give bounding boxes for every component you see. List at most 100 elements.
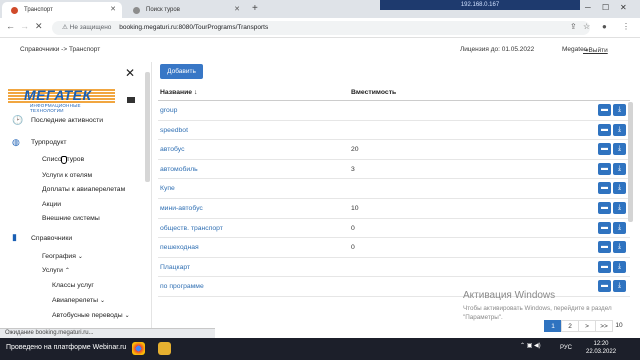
- url-field[interactable]: ⚠ Не защищено booking.megaturi.ru:8080/T…: [52, 21, 590, 35]
- row-actions: ▬ ⤓: [598, 143, 628, 156]
- download-icon[interactable]: ⤓: [613, 143, 626, 156]
- download-icon[interactable]: ⤓: [613, 182, 626, 195]
- address-bar: ← → ✕ ⚠ Не защищено booking.megaturi.ru:…: [0, 18, 640, 38]
- sidebar-item-tour-product[interactable]: Турпродукт: [31, 139, 67, 146]
- taskbar: Проведено на платформе Webinar.ru ⌃ ▣ ◀)…: [0, 338, 640, 360]
- capacity-value: 3: [351, 165, 355, 173]
- download-icon[interactable]: ⤓: [613, 123, 626, 136]
- sidebar-item-promotions[interactable]: Акции: [42, 201, 61, 208]
- sidebar-item-directories[interactable]: Справочники: [31, 235, 72, 242]
- bus-icon[interactable]: ▬: [598, 104, 611, 116]
- tab-title: Поиск туров: [146, 7, 180, 13]
- column-header-name[interactable]: Название ↓: [160, 89, 197, 96]
- transport-name-link[interactable]: Купе: [160, 185, 175, 192]
- sidebar-item-geography[interactable]: География ⌄: [42, 253, 83, 260]
- capacity-value: 0: [351, 244, 355, 252]
- table-row: group ▬ ⤓: [158, 101, 630, 121]
- sort-arrow-icon: ↓: [193, 89, 198, 96]
- transport-name-link[interactable]: group: [160, 107, 177, 114]
- sidebar-item-recent[interactable]: Последние активности: [31, 117, 103, 124]
- bus-icon[interactable]: ▬: [598, 202, 611, 214]
- bus-icon[interactable]: ▬: [598, 221, 611, 234]
- sidebar-item-flight-surcharges[interactable]: Доплаты к авиаперелетам: [42, 186, 125, 193]
- forward-icon[interactable]: →: [20, 21, 29, 31]
- transport-name-link[interactable]: автомобиль: [160, 166, 198, 173]
- bus-icon[interactable]: ▬: [598, 123, 611, 136]
- collapse-icon[interactable]: [127, 97, 135, 103]
- sidebar-item-flights[interactable]: Авиаперелеты ⌄: [52, 297, 105, 304]
- tray-icons[interactable]: ⌃ ▣ ◀): [520, 342, 541, 349]
- windows-activation-watermark: Активация Windows Чтобы активировать Win…: [463, 290, 623, 322]
- bus-icon[interactable]: ▬: [598, 162, 611, 175]
- page-last[interactable]: >>: [595, 320, 613, 332]
- page-10[interactable]: 10: [614, 320, 624, 332]
- bus-icon[interactable]: ▬: [598, 260, 611, 273]
- transport-name-link[interactable]: по программе: [160, 283, 204, 290]
- column-header-capacity[interactable]: Вместимость: [351, 89, 396, 96]
- download-icon[interactable]: ⤓: [613, 221, 626, 234]
- sidebar-item-bus-transfers[interactable]: Автобусные переводы ⌄: [52, 312, 130, 319]
- transport-name-link[interactable]: автобус: [160, 146, 185, 153]
- megatec-logo: МЕГАТЕК ИНФОРМАЦИОННЫЕ ТЕХНОЛОГИИ: [8, 87, 115, 113]
- page-header: Справочники -> Транспорт Лицензия до: 01…: [0, 38, 640, 62]
- capacity-value: 0: [351, 224, 355, 232]
- close-tab-icon[interactable]: ✕: [110, 2, 116, 18]
- favicon-icon: [133, 7, 140, 14]
- transport-name-link[interactable]: пешеходная: [160, 244, 199, 251]
- menu-icon[interactable]: ⋮: [622, 22, 630, 31]
- stop-icon[interactable]: ✕: [35, 21, 43, 32]
- logo-subtitle: ИНФОРМАЦИОННЫЕ ТЕХНОЛОГИИ: [30, 103, 81, 113]
- chrome-icon[interactable]: [132, 342, 145, 355]
- screen: Транспорт ✕ Поиск туров ✕ + 192.168.0.16…: [0, 0, 640, 360]
- share-icon[interactable]: ⇪: [570, 22, 577, 31]
- insecure-label: ⚠ Не защищено: [62, 24, 112, 31]
- row-actions: ▬ ⤓: [598, 241, 628, 254]
- row-actions: ▬ ⤓: [598, 221, 628, 234]
- bus-icon[interactable]: ▬: [598, 241, 611, 254]
- transport-name-link[interactable]: обществ. транспорт: [160, 225, 223, 232]
- remote-session-bar: 192.168.0.167: [380, 0, 580, 10]
- download-icon[interactable]: ⤓: [613, 202, 626, 214]
- close-sidebar-icon[interactable]: ✕: [125, 66, 135, 80]
- profile-icon[interactable]: ●: [602, 22, 607, 31]
- folder-icon[interactable]: [158, 342, 171, 355]
- chevron-up-icon: ⌃: [64, 268, 70, 274]
- download-icon[interactable]: ⤓: [613, 104, 626, 116]
- close-window-icon[interactable]: ✕: [620, 3, 627, 12]
- download-icon[interactable]: ⤓: [613, 260, 626, 273]
- minimize-icon[interactable]: ─: [585, 3, 591, 12]
- star-icon[interactable]: ☆: [583, 22, 590, 31]
- transport-name-link[interactable]: мини-автобус: [160, 205, 203, 212]
- bus-icon[interactable]: ▬: [598, 143, 611, 156]
- clock[interactable]: 12:20 22.03.2022: [586, 341, 616, 356]
- page-next[interactable]: >: [578, 320, 596, 332]
- close-tab-icon[interactable]: ✕: [234, 2, 240, 18]
- table-row: мини-автобус 10 ▬ ⤓: [158, 199, 630, 219]
- add-button[interactable]: Добавить: [160, 64, 203, 79]
- language-indicator[interactable]: РУС: [560, 345, 572, 351]
- maximize-icon[interactable]: ☐: [602, 3, 609, 12]
- bus-icon[interactable]: ▬: [598, 182, 611, 195]
- logout-link[interactable]: ⇥Выйти: [583, 46, 608, 54]
- history-icon: 🕑: [12, 115, 24, 125]
- tab-transport[interactable]: Транспорт ✕: [2, 2, 122, 18]
- new-tab-icon[interactable]: +: [252, 3, 258, 14]
- table-row: пешеходная 0 ▬ ⤓: [158, 238, 630, 258]
- sidebar-item-services[interactable]: Услуги ⌃: [42, 267, 70, 274]
- download-icon[interactable]: ⤓: [613, 241, 626, 254]
- table-scrollbar[interactable]: [628, 102, 633, 222]
- tab-tour-search[interactable]: Поиск туров ✕: [124, 2, 246, 18]
- table-row: автобус 20 ▬ ⤓: [158, 140, 630, 160]
- download-icon[interactable]: ⤓: [613, 162, 626, 175]
- transports-panel: Добавить Название ↓ Вместимость group ▬ ⤓ s…: [152, 62, 640, 328]
- sidebar-item-hotel-services[interactable]: Услуги к отелям: [42, 172, 92, 179]
- transport-name-link[interactable]: speedbot: [160, 127, 188, 134]
- page-2[interactable]: 2: [561, 320, 579, 332]
- table-row: автомобиль 3 ▬ ⤓: [158, 160, 630, 180]
- sidebar-item-external-systems[interactable]: Внешние системы: [42, 215, 100, 222]
- transport-name-link[interactable]: Плацкарт: [160, 264, 190, 271]
- sidebar-scrollbar[interactable]: [145, 72, 150, 182]
- page-1[interactable]: 1: [544, 320, 562, 332]
- back-icon[interactable]: ←: [6, 21, 15, 31]
- sidebar-item-service-classes[interactable]: Классы услуг: [52, 282, 94, 289]
